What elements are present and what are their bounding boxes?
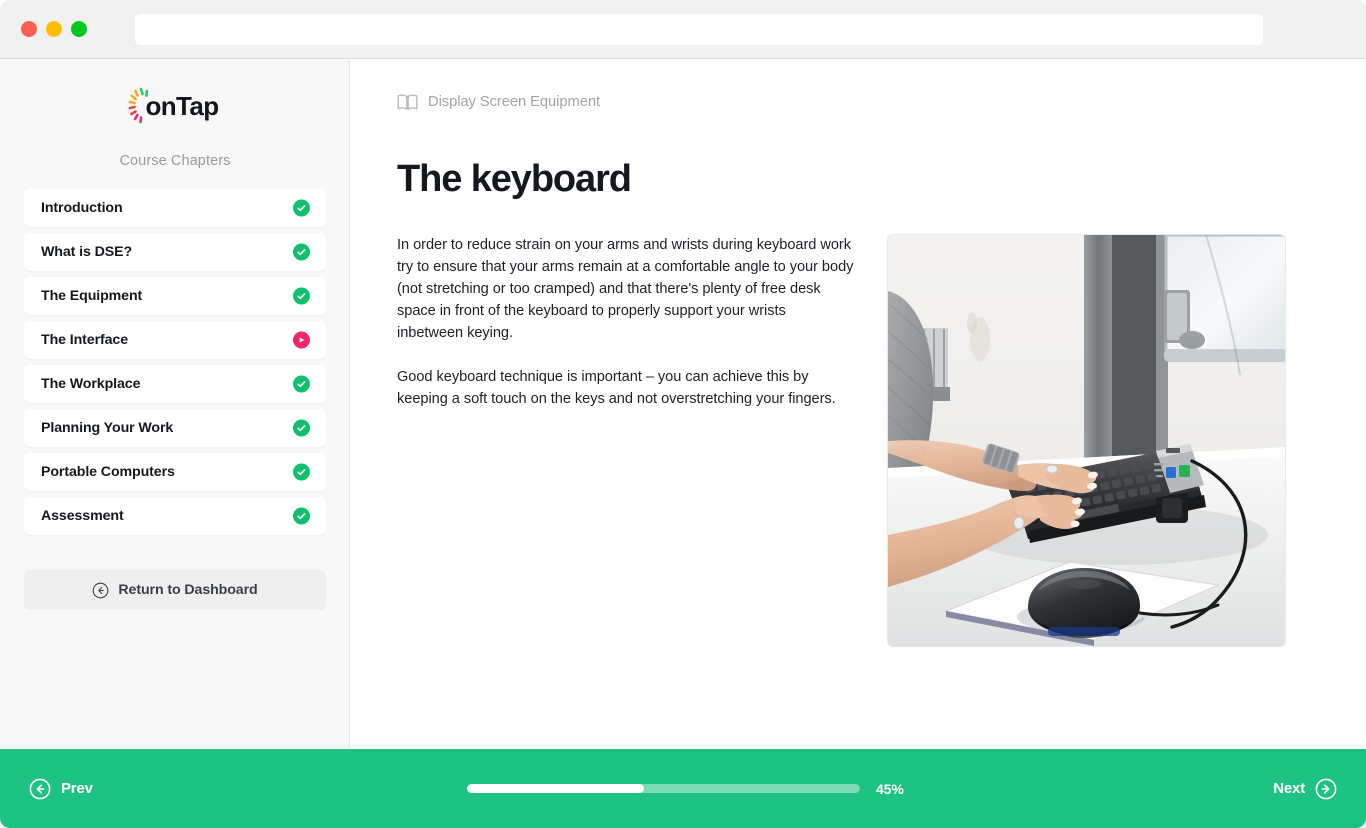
- chapter-item[interactable]: Portable Computers: [24, 453, 326, 491]
- prev-button[interactable]: Prev: [29, 778, 93, 800]
- progress-track: [467, 784, 860, 793]
- return-to-dashboard-label: Return to Dashboard: [118, 582, 258, 598]
- arrow-left-circle-icon: [29, 778, 51, 800]
- window-close-button[interactable]: [21, 21, 37, 37]
- arrow-left-circle-icon: [92, 582, 109, 599]
- lesson-body: In order to reduce strain on your arms a…: [397, 234, 855, 410]
- window-minimize-button[interactable]: [46, 21, 62, 37]
- lesson-paragraph: In order to reduce strain on your arms a…: [397, 237, 854, 341]
- check-circle-icon: [293, 243, 310, 261]
- return-to-dashboard-button[interactable]: Return to Dashboard: [24, 570, 326, 610]
- chapter-list: Introduction What is DSE? The Equipment The…: [24, 189, 326, 541]
- book-icon: [397, 93, 418, 111]
- arrow-right-circle-icon: [1315, 778, 1337, 800]
- prev-label: Prev: [61, 780, 93, 797]
- lesson-photo: [887, 234, 1286, 647]
- chapter-label: Introduction: [41, 200, 123, 216]
- next-button[interactable]: Next: [1273, 778, 1337, 800]
- breadcrumb-label: Display Screen Equipment: [428, 94, 600, 110]
- chapter-label: The Equipment: [41, 288, 143, 304]
- course-progress[interactable]: 45%: [467, 781, 904, 797]
- sidebar: onTap Course Chapters Introduction What i…: [0, 59, 350, 749]
- chapter-item[interactable]: The Interface: [24, 321, 326, 359]
- main-content: Display Screen Equipment The keyboard In…: [351, 59, 1366, 749]
- check-circle-icon: [293, 199, 310, 217]
- chapter-item[interactable]: Assessment: [24, 497, 326, 535]
- page-body: onTap Course Chapters Introduction What i…: [0, 59, 1366, 828]
- check-circle-icon: [293, 419, 310, 437]
- chapter-label: Portable Computers: [41, 464, 175, 480]
- next-label: Next: [1273, 780, 1305, 797]
- breadcrumb[interactable]: Display Screen Equipment: [397, 93, 600, 111]
- url-input[interactable]: [135, 14, 1263, 45]
- chapter-label: Planning Your Work: [41, 420, 174, 436]
- chapter-label: Assessment: [41, 508, 124, 524]
- logo-burst-icon: [129, 86, 149, 126]
- window-controls: [21, 21, 87, 37]
- progress-percent-label: 45%: [876, 780, 904, 797]
- chapter-item[interactable]: Planning Your Work: [24, 409, 326, 447]
- chapter-item[interactable]: The Workplace: [24, 365, 326, 403]
- check-circle-icon: [293, 463, 310, 481]
- chapter-item[interactable]: The Equipment: [24, 277, 326, 315]
- browser-chrome: [0, 0, 1366, 59]
- check-circle-icon: [293, 287, 310, 305]
- ontap-logo[interactable]: onTap: [0, 85, 350, 127]
- play-circle-icon: [293, 331, 310, 349]
- check-circle-icon: [293, 375, 310, 393]
- chapter-label: The Interface: [41, 332, 129, 348]
- window-maximize-button[interactable]: [71, 21, 87, 37]
- chapter-label: The Workplace: [41, 376, 141, 392]
- chapter-label: What is DSE?: [41, 244, 133, 260]
- chapter-item[interactable]: What is DSE?: [24, 233, 326, 271]
- progress-fill: [467, 784, 644, 793]
- logo-text: onTap: [145, 91, 219, 121]
- check-circle-icon: [293, 507, 310, 525]
- bottom-navigation-bar: Prev 45% Next: [0, 749, 1366, 828]
- page-title: The keyboard: [397, 158, 632, 200]
- lesson-paragraph: Good keyboard technique is important – y…: [397, 369, 836, 407]
- course-chapters-heading: Course Chapters: [119, 153, 231, 169]
- chapter-item[interactable]: Introduction: [24, 189, 326, 227]
